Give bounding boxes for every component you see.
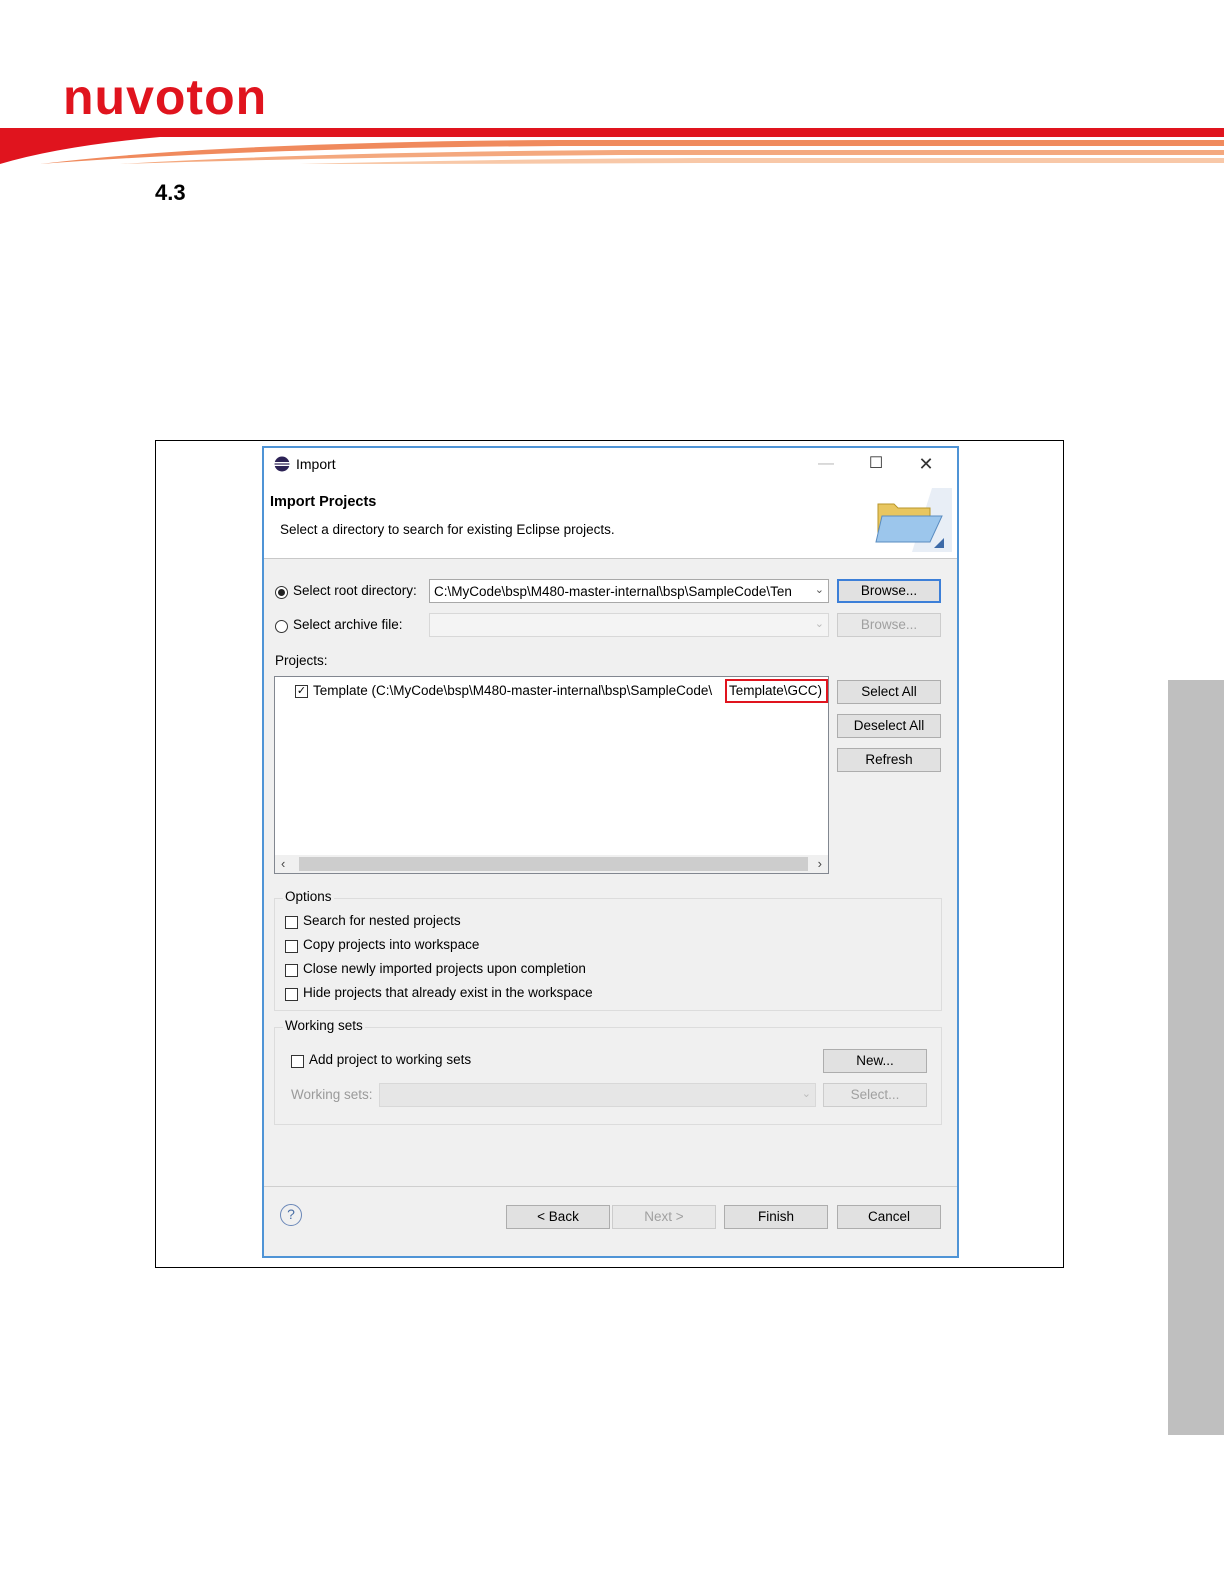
root-directory-value: C:\MyCode\bsp\M480-master-internal\bsp\S… — [434, 584, 792, 599]
archive-file-label: Select archive file: — [293, 617, 403, 632]
chevron-down-icon[interactable]: ⌄ — [815, 617, 824, 630]
project-path: Template (C:\MyCode\bsp\M480-master-inte… — [313, 683, 713, 698]
refresh-button[interactable]: Refresh — [837, 748, 941, 772]
working-sets-label: Working sets: — [291, 1087, 373, 1102]
nuvoton-logo: nuvoton — [63, 74, 267, 120]
logo-text: nuvoton — [63, 74, 267, 120]
copy-projects-checkbox[interactable] — [285, 940, 298, 953]
projects-label: Projects: — [275, 653, 328, 668]
footer-divider — [264, 1186, 957, 1187]
working-sets-group: Working sets Add project to working sets… — [274, 1018, 942, 1125]
browse-archive-button[interactable]: Browse... — [837, 613, 941, 637]
add-to-working-sets-label: Add project to working sets — [309, 1052, 472, 1067]
header-banner — [0, 128, 1224, 164]
close-icon[interactable]: ✕ — [908, 452, 944, 476]
project-checkbox[interactable]: ✓ — [295, 685, 308, 698]
import-dialog: Import — ☐ ✕ Import Projects Select a di… — [262, 446, 959, 1258]
window-title: Import — [296, 456, 336, 472]
header-title: Import Projects — [270, 494, 377, 510]
dialog-header: Import Projects Select a directory to se… — [264, 480, 957, 559]
side-tab — [1168, 680, 1224, 1435]
options-title: Options — [283, 889, 334, 904]
root-directory-combo[interactable]: C:\MyCode\bsp\M480-master-internal\bsp\S… — [429, 579, 829, 603]
new-working-set-button[interactable]: New... — [823, 1049, 927, 1073]
archive-file-combo[interactable]: ⌄ — [429, 613, 829, 637]
copy-projects-label: Copy projects into workspace — [303, 937, 480, 952]
chevron-down-icon[interactable]: ⌄ — [815, 583, 824, 596]
chevron-down-icon[interactable]: ⌄ — [802, 1087, 811, 1100]
search-nested-checkbox[interactable] — [285, 916, 298, 929]
archive-file-radio[interactable] — [275, 620, 288, 633]
maximize-icon[interactable]: ☐ — [858, 452, 894, 476]
finish-button[interactable]: Finish — [724, 1205, 828, 1229]
eclipse-icon — [274, 456, 290, 472]
hide-existing-checkbox[interactable] — [285, 988, 298, 1001]
chevron-left-icon[interactable]: ‹ — [281, 856, 285, 871]
horizontal-scrollbar[interactable]: ‹ › — [275, 855, 828, 873]
working-sets-title: Working sets — [283, 1018, 365, 1033]
hide-existing-label: Hide projects that already exist in the … — [303, 985, 593, 1000]
root-directory-radio[interactable] — [275, 586, 288, 599]
project-path-highlighted: Template\GCC) — [729, 683, 823, 698]
working-sets-combo[interactable]: ⌄ — [379, 1083, 816, 1107]
section-number: 4.3 — [155, 180, 186, 205]
back-button[interactable]: < Back — [506, 1205, 610, 1229]
cancel-button[interactable]: Cancel — [837, 1205, 941, 1229]
search-nested-label: Search for nested projects — [303, 913, 461, 928]
chevron-right-icon[interactable]: › — [818, 856, 822, 871]
root-directory-label: Select root directory: — [293, 583, 417, 598]
scrollbar-thumb[interactable] — [299, 857, 808, 871]
minimize-icon[interactable]: — — [808, 452, 844, 476]
help-icon[interactable]: ? — [280, 1204, 302, 1226]
close-imported-checkbox[interactable] — [285, 964, 298, 977]
add-to-working-sets-checkbox[interactable] — [291, 1055, 304, 1068]
header-description: Select a directory to search for existin… — [280, 522, 615, 537]
browse-directory-button[interactable]: Browse... — [837, 579, 941, 603]
select-working-set-button[interactable]: Select... — [823, 1083, 927, 1107]
deselect-all-button[interactable]: Deselect All — [837, 714, 941, 738]
title-bar[interactable]: Import — ☐ ✕ — [264, 448, 957, 480]
folder-icon — [875, 488, 952, 552]
next-button[interactable]: Next > — [612, 1205, 716, 1229]
close-imported-label: Close newly imported projects upon compl… — [303, 961, 586, 976]
projects-list[interactable]: ✓ Template (C:\MyCode\bsp\M480-master-in… — [274, 676, 829, 874]
select-all-button[interactable]: Select All — [837, 680, 941, 704]
options-group: Options Search for nested projects Copy … — [274, 889, 942, 1011]
